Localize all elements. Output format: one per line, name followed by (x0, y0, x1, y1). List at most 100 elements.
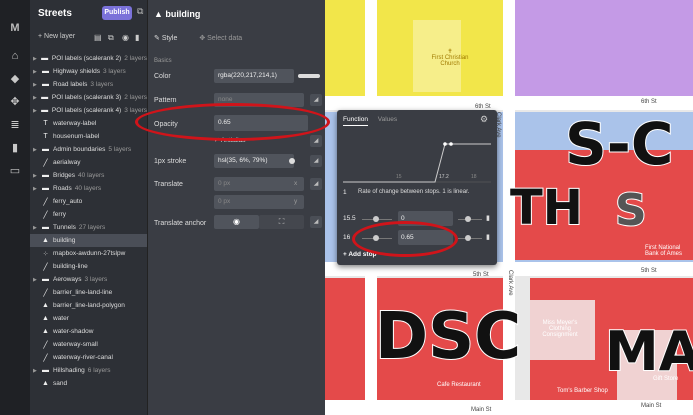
line-layer-icon: ╱ (43, 289, 48, 297)
layer-item[interactable]: ╱ barrier_line-land-line (30, 286, 147, 299)
stop-zoom[interactable]: 15.5 (343, 215, 356, 222)
layer-list: ▶ ▬ POI labels (scalerank 2) 2 layers ▶ ▬ High… (30, 52, 147, 390)
external-link-icon[interactable]: ⧉ (137, 6, 143, 17)
publish-button[interactable]: Publish (102, 6, 132, 20)
delete-icon[interactable]: ▮ (135, 33, 139, 42)
tab-function[interactable]: Function (343, 116, 368, 126)
layer-item[interactable]: ▶ ▬ Bridges 40 layers (30, 169, 147, 182)
stroke-function-button[interactable]: ◢ (310, 155, 322, 167)
pattern-function-button[interactable]: ◢ (310, 94, 322, 106)
layer-item[interactable]: ▶ ▬ Admin boundaries 5 layers (30, 143, 147, 156)
stop-zoom[interactable]: 16 (343, 234, 350, 241)
antialias-function-button[interactable]: ◢ (310, 135, 322, 147)
rate-help: Rate of change between stops. 1 is linea… (358, 189, 470, 195)
folder-layer-icon: ▬ (42, 185, 49, 192)
folder-layer-icon: ▬ (42, 146, 49, 153)
anchor-map-option[interactable]: ◉ (214, 215, 259, 229)
translate-x-axis: x (294, 180, 298, 187)
layer-item[interactable]: ▶ ▬ Tunnels 27 layers (30, 221, 147, 234)
translate-function-button[interactable]: ◢ (310, 178, 322, 190)
color-field[interactable]: rgba(220,217,214,1) (214, 69, 294, 83)
stroke-swatch[interactable] (289, 158, 295, 164)
tab-select-data[interactable]: ✥ Select data (199, 35, 252, 42)
layer-item[interactable]: ▶ ▬ Roads 40 layers (30, 182, 147, 195)
layer-item[interactable]: ╱ waterway-river-canal (30, 351, 147, 364)
folder-layer-icon: ▬ (41, 94, 49, 101)
layer-item[interactable]: ▶ ▬ Road labels 3 layers (30, 78, 147, 91)
tab-style[interactable]: ✎ Style (154, 35, 187, 42)
chevron-right-icon[interactable]: ▶ (33, 173, 41, 179)
duplicate-icon[interactable]: ⧉ (108, 33, 114, 43)
chevron-right-icon[interactable]: ▶ (33, 368, 41, 374)
layer-item[interactable]: Twaterway-label (30, 117, 147, 130)
layer-item[interactable]: ╱ aerialway (30, 156, 147, 169)
layer-item[interactable]: ▲ water-shadow (30, 325, 147, 338)
tick-label: 18 (471, 174, 477, 180)
trash-icon[interactable]: ▮ (486, 214, 490, 222)
new-layer-button[interactable]: + New layer (38, 33, 75, 40)
layer-count: 40 layers (74, 185, 102, 192)
value-slider-handle[interactable] (465, 216, 471, 222)
chevron-right-icon[interactable]: ▶ (33, 95, 40, 101)
styles-icon[interactable]: ◆ (0, 72, 30, 85)
function-chart[interactable]: 15 17.2 18 (343, 134, 491, 188)
stroke-field[interactable]: hsl(35, 6%, 79%) (214, 154, 294, 168)
layer-item[interactable]: ▶ ▬ Aeroways 3 layers (30, 273, 147, 286)
layer-label: building (53, 237, 76, 244)
chevron-right-icon[interactable]: ▶ (33, 225, 41, 231)
layer-item[interactable]: ▲ water (30, 312, 147, 325)
layer-item[interactable]: ▶ ▬ Highway shields 3 layers (30, 65, 147, 78)
docs-icon[interactable]: ▭ (0, 164, 30, 177)
road (325, 400, 693, 415)
zoom-slider-handle[interactable] (373, 216, 379, 222)
layer-item[interactable]: ▲ building (30, 234, 147, 247)
tick-label: 15 (396, 174, 402, 180)
layer-item[interactable]: ▶ ▬ POI labels (scalerank 3) 2 layers (30, 91, 147, 104)
stop-point[interactable] (443, 142, 447, 146)
translate-y-field[interactable]: 0 px (214, 195, 304, 209)
chevron-right-icon[interactable]: ▶ (33, 56, 40, 62)
layer-item[interactable]: ▲ barrier_line-land-polygon (30, 299, 147, 312)
translate-x-field[interactable]: 0 px (214, 177, 304, 191)
layer-item[interactable]: ╱ ferry (30, 208, 147, 221)
rate-input[interactable]: 1 (343, 189, 347, 196)
visibility-icon[interactable]: ◉ (122, 33, 129, 42)
layer-title: ▲ building (154, 9, 201, 19)
chevron-right-icon[interactable]: ▶ (33, 186, 41, 192)
group-icon[interactable]: ▤ (94, 33, 102, 42)
map-poi-label: Gift Store (653, 376, 679, 382)
home-icon[interactable]: ⌂ (0, 50, 30, 62)
layer-item[interactable]: ╱ ferry_auto (30, 195, 147, 208)
chevron-right-icon[interactable]: ▶ (33, 69, 41, 75)
chevron-right-icon[interactable]: ▶ (33, 82, 41, 88)
layer-item[interactable]: ▲ sand (30, 377, 147, 390)
layer-label: ferry_auto (53, 198, 83, 205)
stats-icon[interactable]: ▮ (0, 141, 30, 154)
trash-icon[interactable]: ▮ (486, 233, 490, 241)
anchor-function-button[interactable]: ◢ (310, 216, 322, 228)
color-label: Color (154, 73, 171, 80)
line-layer-icon: ╱ (43, 341, 48, 349)
map-big-label: S-C (564, 109, 674, 179)
value-slider-handle[interactable] (465, 235, 471, 241)
chevron-right-icon[interactable]: ▶ (33, 277, 41, 283)
stop-point[interactable] (449, 142, 453, 146)
layer-item[interactable]: ▶ ▬ Hillshading 6 layers (30, 364, 147, 377)
tab-values[interactable]: Values (378, 116, 397, 123)
layer-item[interactable]: Thousenum-label (30, 130, 147, 143)
layer-item[interactable]: ⁘ mapbox-awdunn-27tslpw (30, 247, 147, 260)
color-swatch[interactable] (298, 74, 320, 78)
layer-item[interactable]: ▶ ▬ POI labels (scalerank 2) 2 layers (30, 52, 147, 65)
chevron-right-icon[interactable]: ▶ (33, 147, 41, 153)
chevron-right-icon[interactable]: ▶ (33, 108, 40, 114)
anchor-viewport-option[interactable]: ⛶ (259, 215, 304, 229)
editor-tabs: ✎ Style ✥ Select data (154, 34, 262, 42)
move-icon[interactable]: ✥ (0, 95, 30, 108)
layer-item[interactable]: ╱ waterway-small (30, 338, 147, 351)
layer-count: 2 layers (124, 94, 147, 101)
layer-item[interactable]: ▶ ▬ POI labels (scalerank 4) 3 layers (30, 104, 147, 117)
gear-icon[interactable]: ⚙ (480, 114, 488, 125)
data-icon[interactable]: ≣ (0, 118, 30, 131)
layer-item[interactable]: ╱ building-line (30, 260, 147, 273)
fill-layer-icon: ▲ (42, 315, 49, 322)
